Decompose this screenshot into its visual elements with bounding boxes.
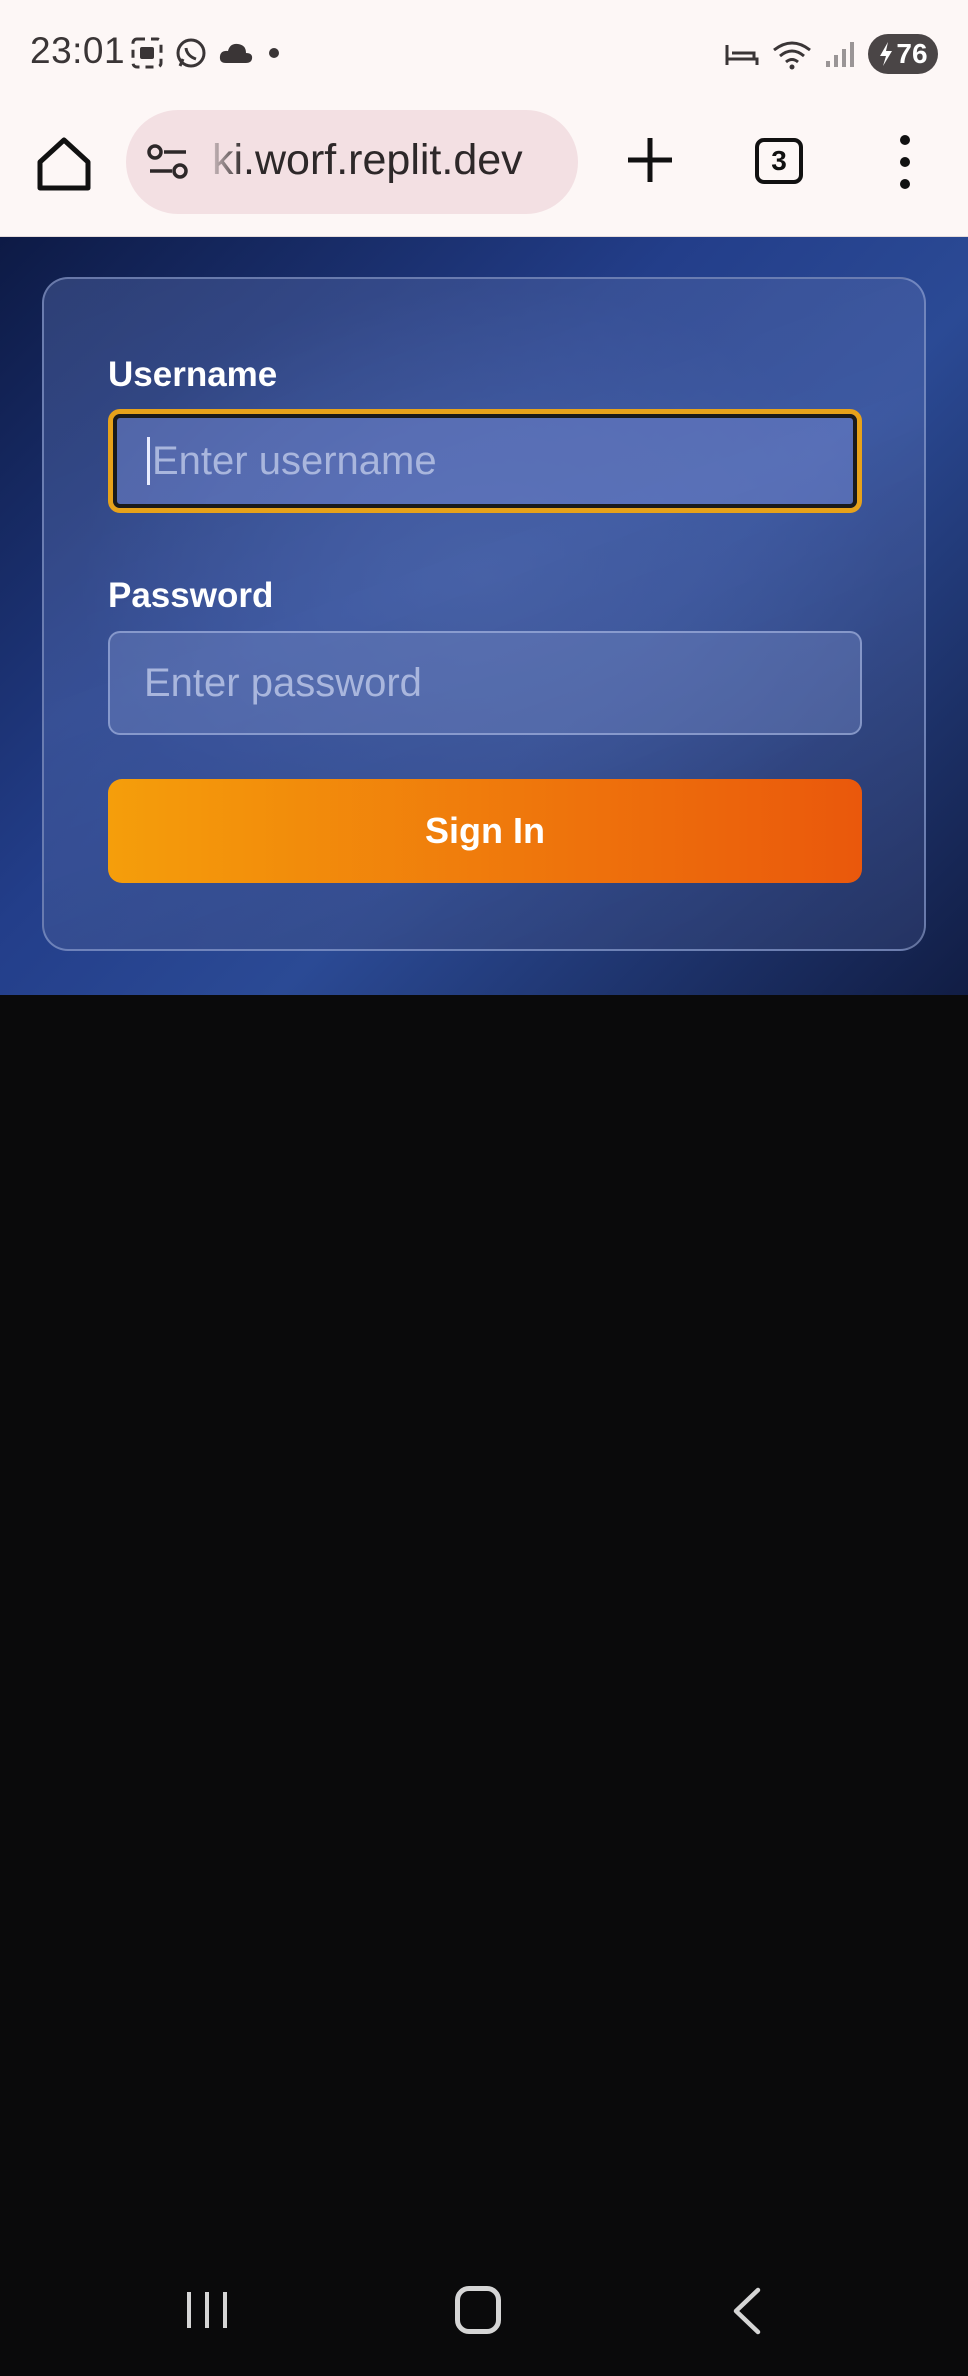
wifi-icon (773, 41, 811, 70)
system-navigation-bar (0, 2240, 968, 2376)
text-caret (147, 437, 150, 485)
sleep-icon (725, 45, 759, 65)
screenshot-icon (131, 37, 163, 69)
username-input[interactable]: Enter username (108, 409, 862, 513)
charging-icon (880, 42, 893, 66)
new-tab-icon[interactable] (620, 130, 680, 190)
more-options-icon[interactable] (888, 132, 922, 192)
status-notification-icons (130, 36, 284, 70)
browser-toolbar: ki.worf.replit.dev 3 (0, 108, 968, 237)
back-icon[interactable] (730, 2286, 764, 2336)
recents-icon[interactable] (184, 2290, 230, 2330)
status-time: 23:01 (30, 30, 126, 71)
home-nav-icon[interactable] (455, 2286, 501, 2334)
url-text[interactable]: ki.worf.replit.dev (212, 136, 523, 185)
username-placeholder: Enter username (152, 438, 437, 483)
login-card: Username Enter username Password Enter p… (42, 277, 926, 951)
sign-in-button[interactable]: Sign In (108, 779, 862, 883)
site-settings-icon[interactable] (146, 142, 190, 182)
cloud-icon (219, 43, 253, 63)
sign-in-label: Sign In (425, 810, 545, 851)
status-system-icons: 76 (724, 34, 938, 74)
battery-level: 76 (896, 38, 928, 69)
password-placeholder: Enter password (144, 660, 422, 705)
address-bar[interactable]: ki.worf.replit.dev (126, 110, 578, 214)
whatsapp-icon (176, 38, 206, 68)
password-input[interactable]: Enter password (108, 631, 862, 735)
password-label: Password (108, 576, 274, 615)
tab-switcher-button[interactable]: 3 (755, 138, 803, 184)
dot-icon (269, 48, 279, 58)
tab-count: 3 (771, 145, 787, 176)
status-bar: 23:01 76 (0, 0, 968, 108)
page-hero: Username Enter username Password Enter p… (0, 237, 968, 995)
signal-icon (826, 42, 854, 67)
url-fade (204, 110, 244, 214)
username-label: Username (108, 355, 278, 394)
home-icon[interactable] (30, 130, 98, 198)
battery-indicator: 76 (868, 34, 938, 74)
